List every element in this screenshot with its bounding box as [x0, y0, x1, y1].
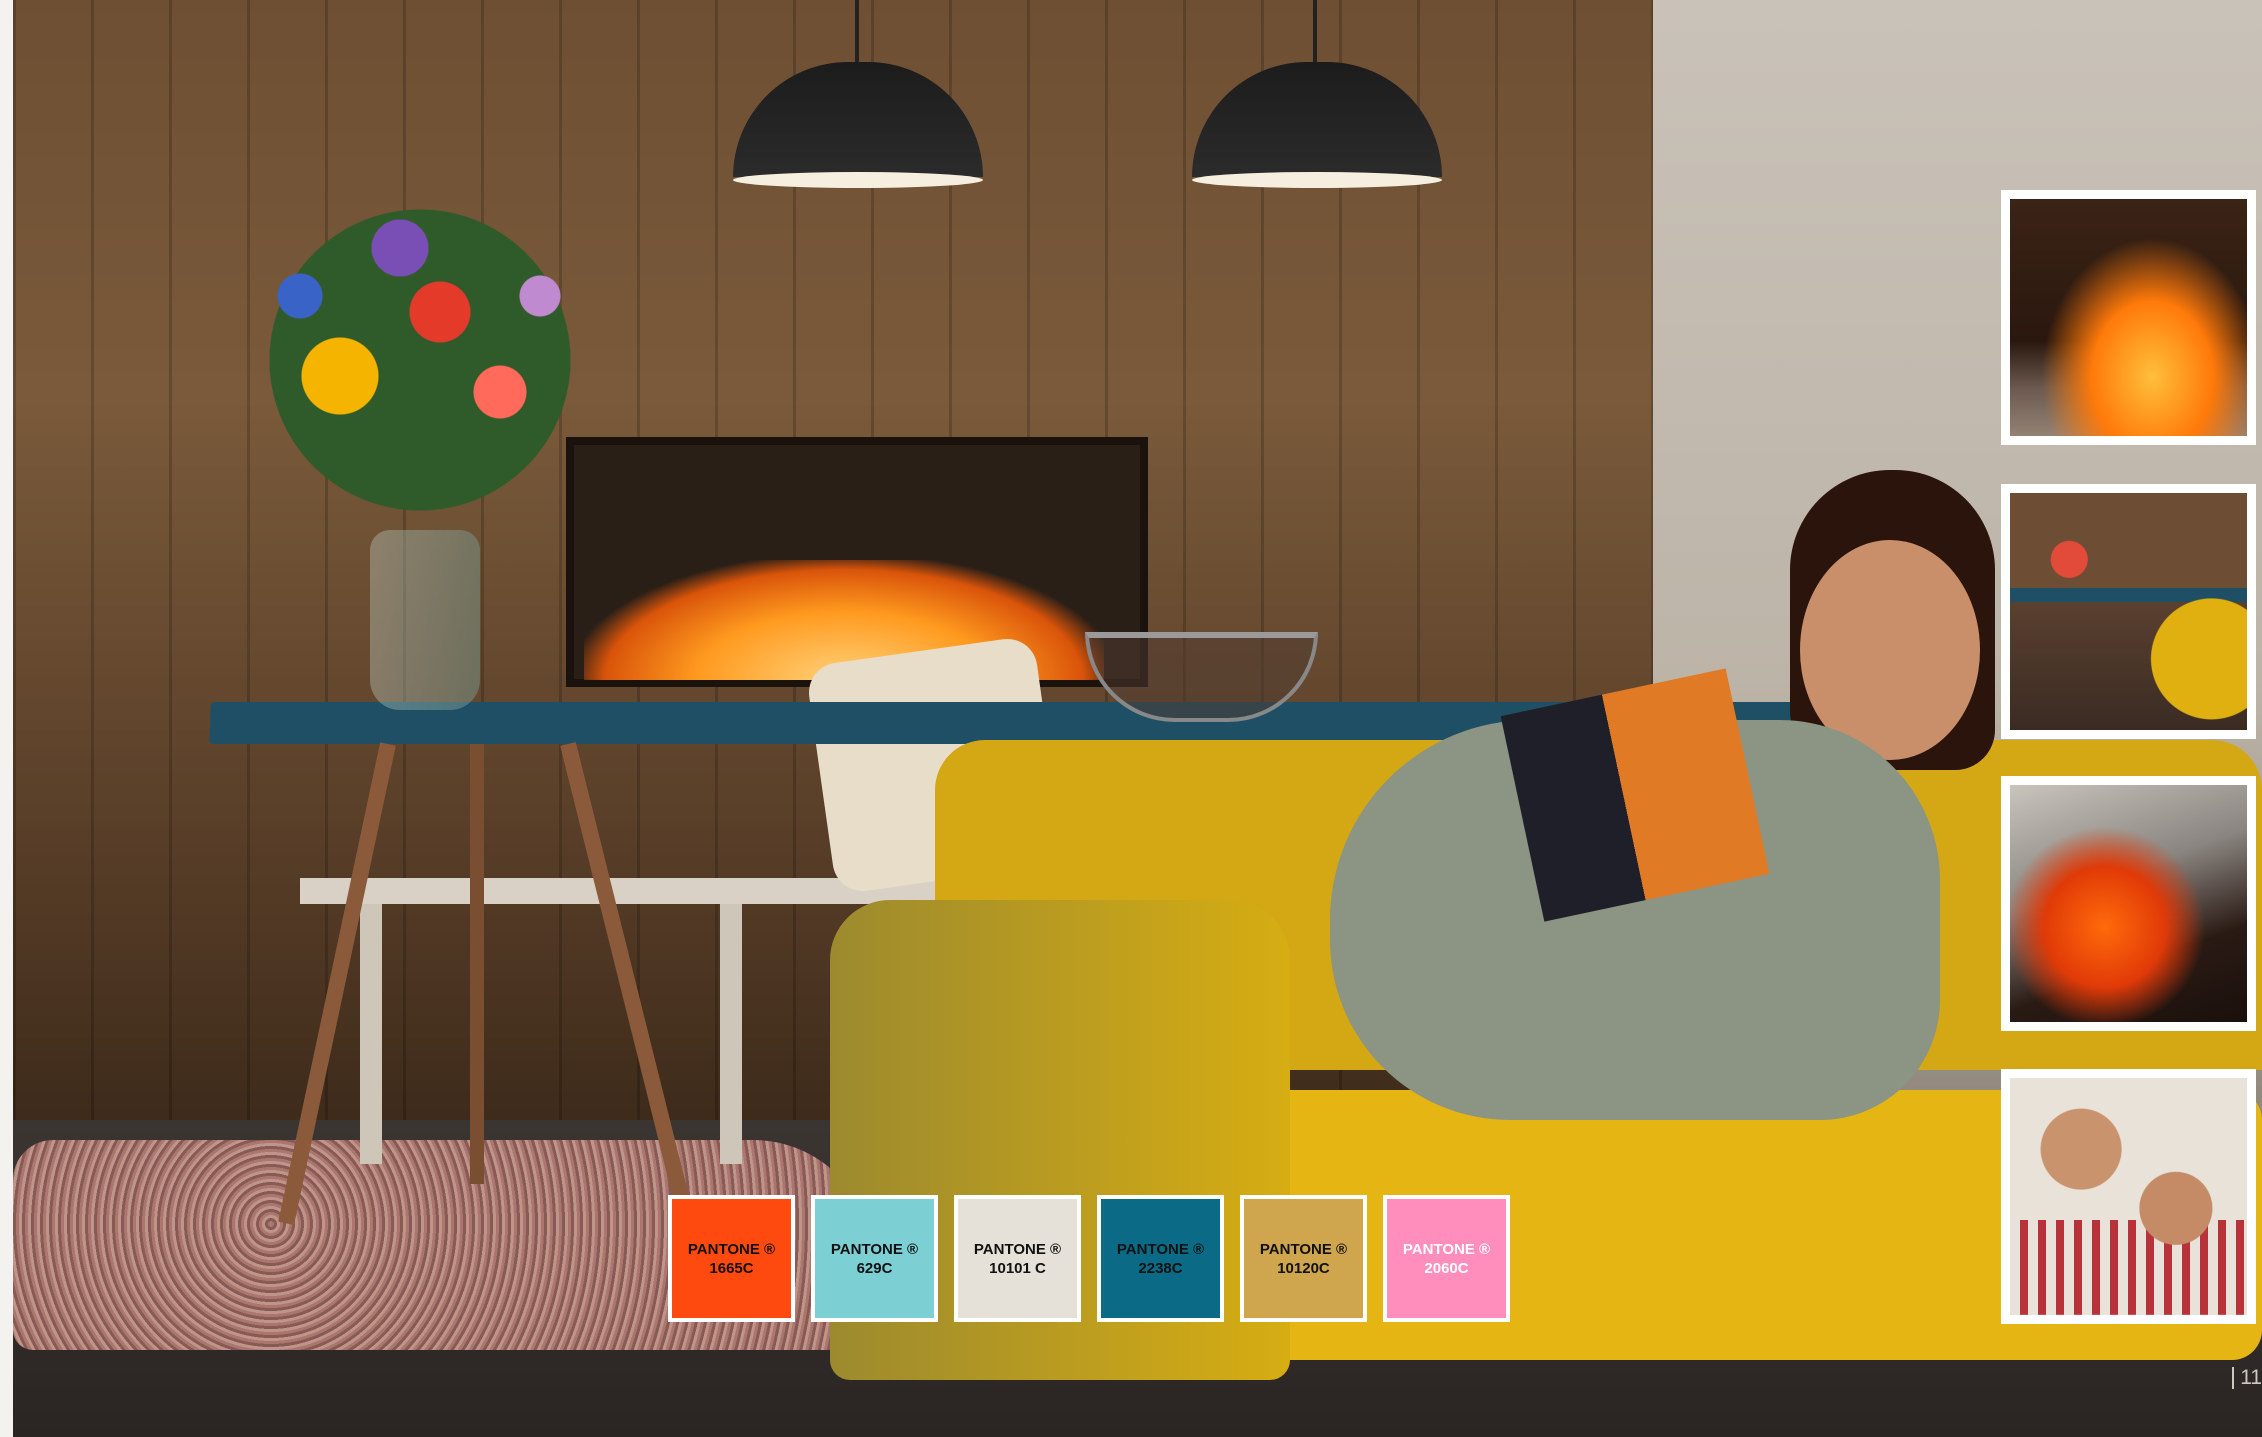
thumbnail-image	[2010, 1078, 2247, 1315]
thumbnail-image	[2010, 493, 2247, 730]
swatch-label: PANTONE ® 10101 C	[973, 1240, 1062, 1277]
thumbnail-image	[2010, 199, 2247, 436]
bench-leg	[720, 904, 742, 1164]
bench-leg	[360, 904, 382, 1164]
swatch-label: PANTONE ® 629C	[830, 1240, 919, 1277]
pendant-lamp-light	[733, 172, 983, 188]
thumbnail-dining-room	[2001, 484, 2256, 739]
catalog-page: PANTONE ® 1665C PANTONE ® 629C PANTONE ®…	[0, 0, 2262, 1437]
page-edge	[0, 0, 13, 1437]
pendant-lamp-light	[1192, 172, 1442, 188]
pantone-swatch-row: PANTONE ® 1665C PANTONE ® 629C PANTONE ®…	[668, 1195, 1510, 1322]
swatch-label: PANTONE ® 2060C	[1402, 1240, 1491, 1277]
thumbnail-image	[2010, 785, 2247, 1022]
swatch-label: PANTONE ® 10120C	[1259, 1240, 1348, 1277]
thumbnail-burning-logs	[2001, 776, 2256, 1031]
lamp-cord	[1313, 0, 1317, 70]
flower-bouquet	[220, 200, 620, 520]
lamp-cord	[855, 0, 859, 70]
glass-vase	[370, 530, 480, 710]
pantone-swatch: PANTONE ® 1665C	[668, 1195, 795, 1322]
pantone-swatch: PANTONE ® 629C	[811, 1195, 938, 1322]
pantone-swatch: PANTONE ® 2238C	[1097, 1195, 1224, 1322]
page-number-divider	[2232, 1367, 2235, 1390]
thumbnail-fireplace-flames	[2001, 190, 2256, 445]
thumbnail-people	[2001, 1069, 2256, 1324]
table-leg	[470, 744, 484, 1184]
pantone-swatch: PANTONE ® 10120C	[1240, 1195, 1367, 1322]
swatch-label: PANTONE ® 2238C	[1116, 1240, 1205, 1277]
page-number-text: 11	[2240, 1366, 2262, 1389]
page-number: 11	[2232, 1366, 2262, 1390]
swatch-label: PANTONE ® 1665C	[687, 1240, 776, 1277]
pantone-swatch: PANTONE ® 10101 C	[954, 1195, 1081, 1322]
pantone-swatch: PANTONE ® 2060C	[1383, 1195, 1510, 1322]
